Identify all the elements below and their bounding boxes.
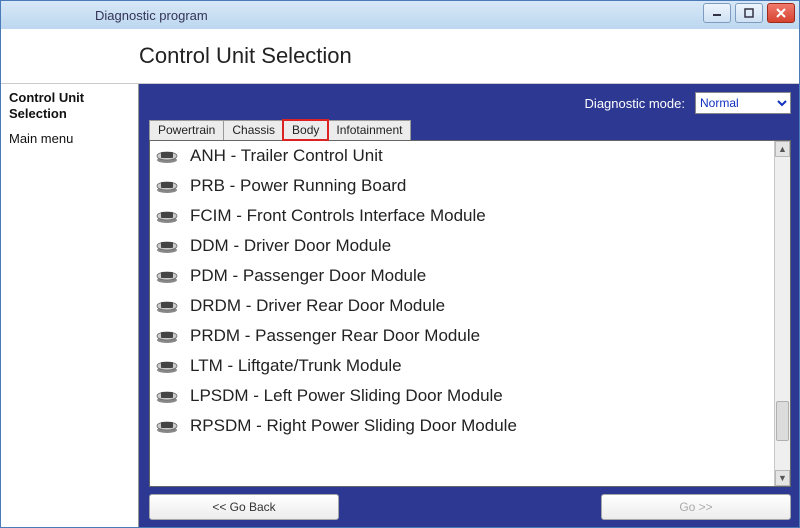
close-button[interactable]	[767, 3, 795, 23]
content-panel: Diagnostic mode: Normal PowertrainChassi…	[139, 84, 799, 527]
module-label: ANH - Trailer Control Unit	[190, 146, 383, 166]
tab-chassis[interactable]: Chassis	[223, 120, 284, 140]
sidebar-link-main-menu[interactable]: Main menu	[9, 131, 130, 146]
catalog: PowertrainChassisBodyInfotainment ANH - …	[149, 120, 791, 487]
sidebar-title-line1: Control Unit	[9, 90, 84, 105]
bottom-bar: << Go Back Go >>	[149, 487, 791, 521]
go-back-button[interactable]: << Go Back	[149, 494, 339, 520]
titlebar: Diagnostic program	[1, 1, 799, 29]
tab-infotainment[interactable]: Infotainment	[327, 120, 411, 140]
module-item[interactable]: ANH - Trailer Control Unit	[150, 141, 774, 171]
app-window: Diagnostic program Control Unit Selectio…	[0, 0, 800, 528]
diagnostic-mode-label: Diagnostic mode:	[585, 96, 685, 111]
module-item[interactable]: DRDM - Driver Rear Door Module	[150, 291, 774, 321]
module-item[interactable]: RPSDM - Right Power Sliding Door Module	[150, 411, 774, 441]
module-label: DRDM - Driver Rear Door Module	[190, 296, 445, 316]
scroll-thumb[interactable]	[776, 401, 789, 441]
go-next-button[interactable]: Go >>	[601, 494, 791, 520]
module-list-wrap: ANH - Trailer Control Unit PRB - Power Ru…	[149, 140, 791, 487]
module-item[interactable]: PRDM - Passenger Rear Door Module	[150, 321, 774, 351]
module-item[interactable]: DDM - Driver Door Module	[150, 231, 774, 261]
page-title: Control Unit Selection	[139, 43, 352, 69]
module-item[interactable]: LPSDM - Left Power Sliding Door Module	[150, 381, 774, 411]
module-item[interactable]: LTM - Liftgate/Trunk Module	[150, 351, 774, 381]
page-banner: Control Unit Selection	[1, 29, 799, 84]
module-label: FCIM - Front Controls Interface Module	[190, 206, 486, 226]
module-label: LTM - Liftgate/Trunk Module	[190, 356, 402, 376]
sidebar: Control Unit Selection Main menu	[1, 84, 139, 527]
module-label: PDM - Passenger Door Module	[190, 266, 426, 286]
tab-body[interactable]: Body	[283, 120, 328, 140]
module-label: PRDM - Passenger Rear Door Module	[190, 326, 480, 346]
tab-powertrain[interactable]: Powertrain	[149, 120, 224, 140]
minimize-button[interactable]	[703, 3, 731, 23]
main-area: Control Unit Selection Main menu Diagnos…	[1, 84, 799, 527]
module-list[interactable]: ANH - Trailer Control Unit PRB - Power Ru…	[150, 141, 774, 486]
titlebar-title: Diagnostic program	[95, 8, 208, 23]
scrollbar[interactable]: ▲ ▼	[774, 141, 790, 486]
scroll-down-button[interactable]: ▼	[775, 470, 790, 486]
tab-bar: PowertrainChassisBodyInfotainment	[149, 120, 791, 140]
sidebar-title-line2: Selection	[9, 106, 67, 121]
module-item[interactable]: FCIM - Front Controls Interface Module	[150, 201, 774, 231]
module-item[interactable]: PRB - Power Running Board	[150, 171, 774, 201]
module-label: RPSDM - Right Power Sliding Door Module	[190, 416, 517, 436]
maximize-button[interactable]	[735, 3, 763, 23]
module-label: PRB - Power Running Board	[190, 176, 406, 196]
module-label: DDM - Driver Door Module	[190, 236, 391, 256]
sidebar-title: Control Unit Selection	[9, 90, 130, 121]
scroll-up-button[interactable]: ▲	[775, 141, 790, 157]
module-label: LPSDM - Left Power Sliding Door Module	[190, 386, 503, 406]
window-buttons	[703, 3, 795, 23]
diagnostic-mode-row: Diagnostic mode: Normal	[149, 90, 791, 116]
module-item[interactable]: PDM - Passenger Door Module	[150, 261, 774, 291]
diagnostic-mode-select[interactable]: Normal	[695, 92, 791, 114]
